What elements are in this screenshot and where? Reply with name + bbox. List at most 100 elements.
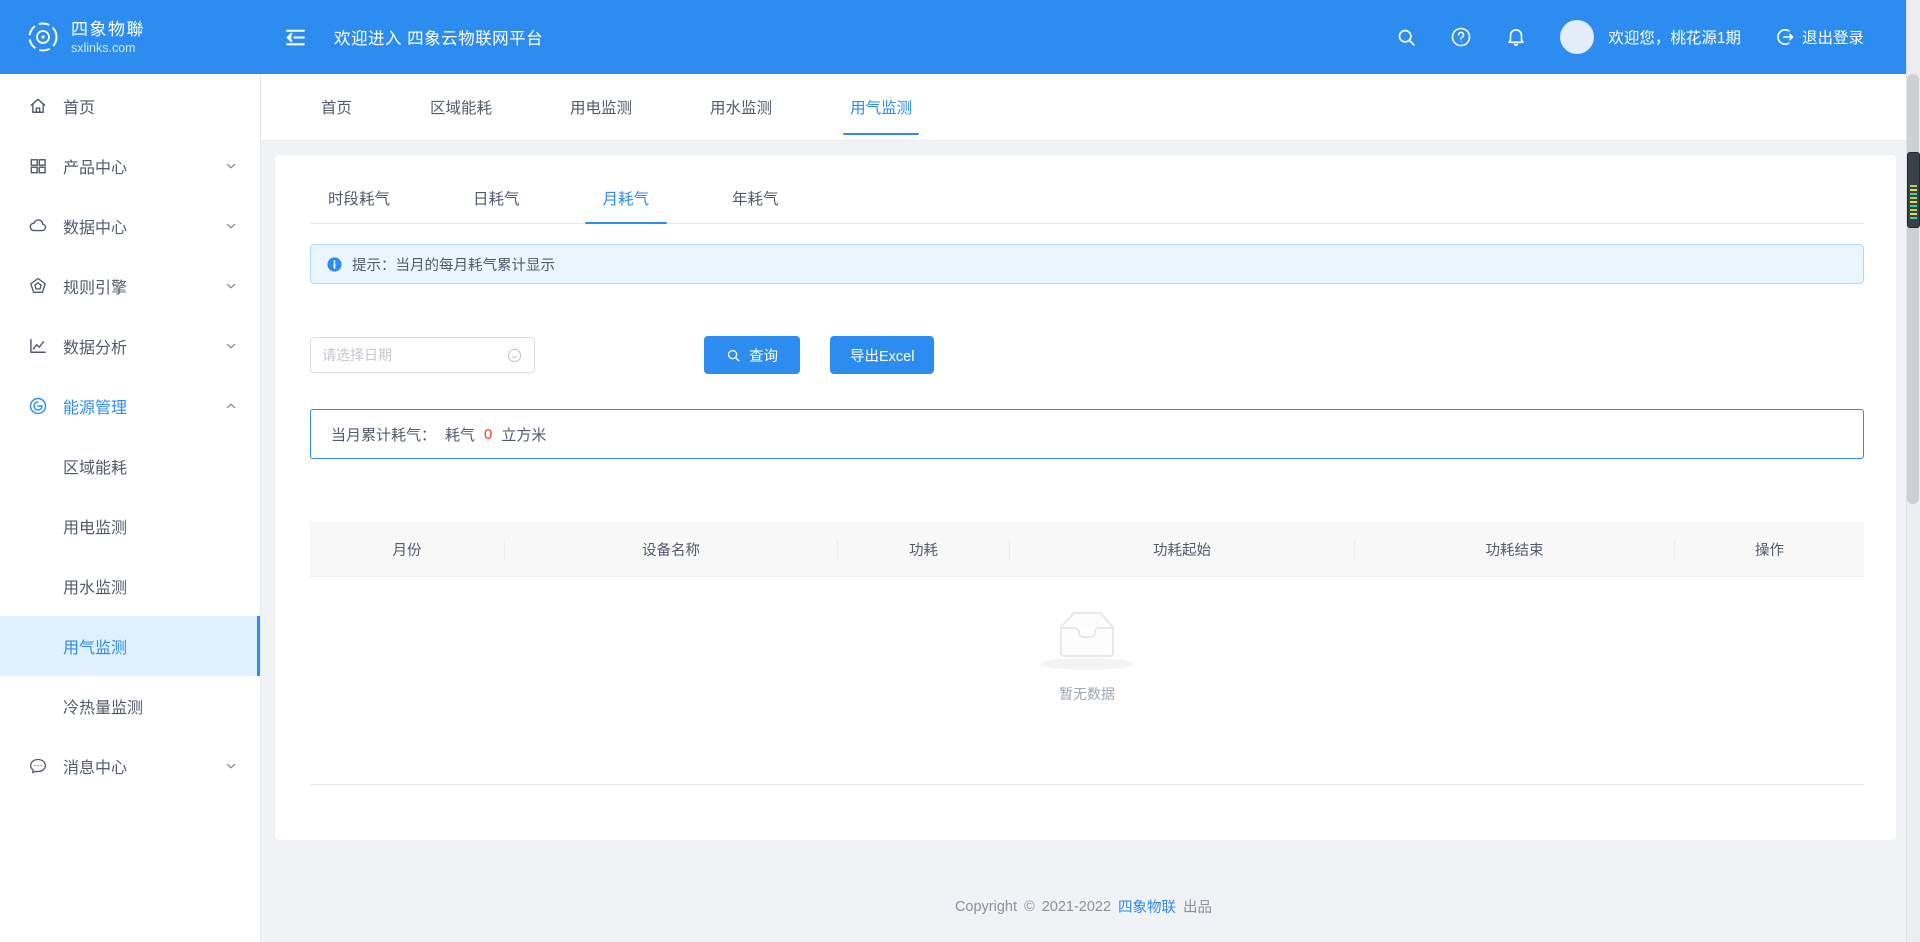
message-icon [28,756,48,776]
topnav-item-gas-monitor[interactable]: 用气监测 [850,96,912,118]
summary-unit: 立方米 [501,424,546,445]
energy-icon [28,396,48,416]
copyright-years: 2021-2022 [1042,899,1111,915]
brand-logo: 四象物聯 sxlinks.com [0,19,261,54]
topnav-item-water-monitor[interactable]: 用水监测 [710,96,772,118]
gas-table: 月份 设备名称 功耗 功耗起始 功耗结束 操作 暂无数据 [310,522,1864,785]
page-scrollbar[interactable] [1906,0,1920,942]
copyright-prefix: Copyright [955,899,1017,915]
sidebar-item-label: 能源管理 [63,394,224,418]
sidebar-item-label: 产品中心 [63,154,224,178]
copyright-symbol: © [1024,899,1035,915]
chevron-down-icon [224,219,238,233]
date-picker-input[interactable] [322,347,506,363]
sidebar-subitem-water-monitor[interactable]: 用水监测 [0,556,260,616]
column-header-consumption-end: 功耗结束 [1355,539,1675,560]
tab-period-gas[interactable]: 时段耗气 [310,177,408,223]
topnav: 首页 区域能耗 用电监测 用水监测 用气监测 [261,74,1906,141]
tab-daily-gas[interactable]: 日耗气 [455,177,538,223]
scrollbar-thumb[interactable] [1907,74,1919,504]
brand-domain: sxlinks.com [71,41,145,55]
sidebar-item-label: 消息中心 [63,754,224,778]
topnav-item-home[interactable]: 首页 [321,96,352,118]
sidebar-item-message-center[interactable]: 消息中心 [0,736,260,796]
menu-fold-icon[interactable] [283,25,308,50]
export-button-label: 导出Excel [850,345,914,366]
sidebar-subitem-region-energy[interactable]: 区域能耗 [0,436,260,496]
info-alert: 提示：当月的每月耗气累计显示 [310,244,1864,284]
info-icon [326,256,343,273]
header-actions: 欢迎您，桃花源1期 退出登录 [1363,20,1906,54]
table-empty-body: 暂无数据 [310,577,1864,785]
sidebar-item-data-center[interactable]: 数据中心 [0,196,260,256]
user-avatar[interactable] [1560,20,1594,54]
logout-button[interactable]: 退出登录 [1775,26,1864,48]
grid-icon [28,156,48,176]
export-excel-button[interactable]: 导出Excel [830,336,934,374]
sidebar-item-label: 规则引擎 [63,274,224,298]
sidebar-subitem-electricity-monitor[interactable]: 用电监测 [0,496,260,556]
sidebar-item-label: 首页 [63,94,238,118]
copyright-suffix: 出品 [1183,896,1212,917]
column-header-month: 月份 [310,539,505,560]
chevron-down-icon [224,279,238,293]
tab-monthly-gas[interactable]: 月耗气 [585,177,668,223]
sidebar-subitem-label: 用电监测 [63,514,127,538]
cloud-icon [28,216,48,236]
sidebar-item-label: 数据分析 [63,334,224,358]
chart-icon [28,336,48,356]
sidebar-item-products[interactable]: 产品中心 [0,136,260,196]
home-icon [28,96,48,116]
summary-value: 0 [484,426,492,443]
query-button[interactable]: 查询 [704,336,800,374]
chevron-down-icon [224,759,238,773]
notification-bell-icon[interactable] [1505,26,1527,48]
empty-box-icon [1047,603,1127,665]
sidebar-subitem-label: 用气监测 [63,634,127,658]
date-picker[interactable] [310,337,535,373]
sidebar-subitem-heat-monitor[interactable]: 冷热量监测 [0,676,260,736]
topnav-item-electricity-monitor[interactable]: 用电监测 [570,96,632,118]
summary-label: 当月累计耗气： [331,424,436,445]
logout-label: 退出登录 [1802,26,1864,48]
tab-yearly-gas[interactable]: 年耗气 [714,177,797,223]
sidebar-item-rule-engine[interactable]: 规则引擎 [0,256,260,316]
query-button-label: 查询 [749,345,778,366]
scroll-minimap-stripes [1910,185,1917,221]
search-icon [726,348,741,363]
clock-icon [506,347,523,364]
query-controls: 查询 导出Excel [310,336,1864,374]
sidebar-item-home[interactable]: 首页 [0,76,260,136]
sidebar-item-data-analysis[interactable]: 数据分析 [0,316,260,376]
footer-copyright: Copyright © 2021-2022 四象物联 出品 [261,896,1906,917]
monthly-summary-box: 当月累计耗气： 耗气 0 立方米 [310,409,1864,459]
summary-metric: 耗气 [445,424,475,445]
sidebar-subitem-gas-monitor[interactable]: 用气监测 [0,616,260,676]
sidebar: 首页 产品中心 数据中心 规则引 [0,74,261,942]
sidebar-item-energy-management[interactable]: 能源管理 [0,376,260,436]
sidebar-subitem-label: 用水监测 [63,574,127,598]
column-header-device-name: 设备名称 [505,539,838,560]
footer-brand-link[interactable]: 四象物联 [1118,896,1176,917]
sidebar-subitem-label: 冷热量监测 [63,694,143,718]
empty-icon-shadow [1041,658,1133,670]
table-header-row: 月份 设备名称 功耗 功耗起始 功耗结束 操作 [310,522,1864,577]
chevron-up-icon [224,399,238,413]
column-header-consumption: 功耗 [838,539,1010,560]
topnav-item-region-energy[interactable]: 区域能耗 [430,96,492,118]
search-icon[interactable] [1396,27,1417,48]
scroll-minimap-widget[interactable] [1907,152,1920,228]
user-greeting: 欢迎您，桃花源1期 [1608,26,1741,48]
column-header-consumption-start: 功耗起始 [1010,539,1355,560]
column-header-actions: 操作 [1675,539,1864,560]
brand-name: 四象物聯 [71,19,145,40]
chevron-down-icon [224,159,238,173]
help-icon[interactable] [1450,26,1472,48]
sidebar-item-label: 数据中心 [63,214,224,238]
alert-text: 提示：当月的每月耗气累计显示 [352,254,555,275]
brand-logo-icon [26,20,60,54]
page-title: 欢迎进入 四象云物联网平台 [334,25,543,49]
gas-tabs: 时段耗气 日耗气 月耗气 年耗气 [310,177,1864,224]
sidebar-subitem-label: 区域能耗 [63,454,127,478]
content-card: 时段耗气 日耗气 月耗气 年耗气 提示：当月的每月耗气累计显示 [275,155,1896,840]
